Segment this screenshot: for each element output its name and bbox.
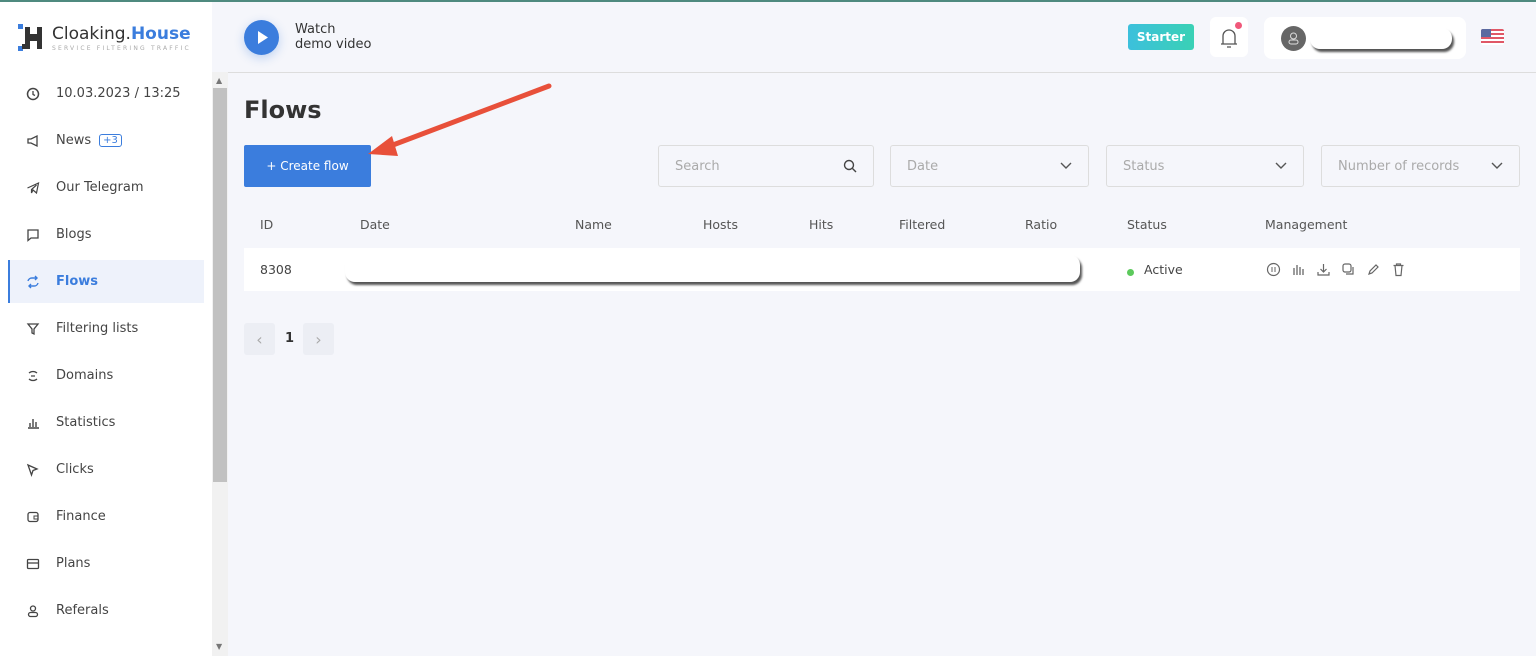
download-icon[interactable] (1316, 262, 1331, 277)
chevron-down-icon (1060, 162, 1072, 169)
search-icon (843, 159, 857, 173)
date-select-label: Date (907, 158, 939, 174)
date-select[interactable]: Date (890, 145, 1089, 187)
column-header-status: Status (1127, 217, 1167, 232)
status-select[interactable]: Status (1106, 145, 1304, 187)
records-select[interactable]: Number of records (1321, 145, 1520, 187)
pagination-prev[interactable]: ‹ (244, 323, 275, 355)
statistics-icon[interactable] (1291, 262, 1306, 277)
column-header-filtered: Filtered (899, 217, 946, 232)
column-header-id: ID (260, 217, 274, 232)
edit-icon[interactable] (1366, 262, 1381, 277)
column-header-date: Date (360, 217, 390, 232)
status-select-label: Status (1123, 158, 1165, 174)
annotation-arrow (368, 83, 552, 156)
flow-status: Active (1144, 262, 1183, 277)
column-header-hosts: Hosts (703, 217, 738, 232)
records-select-label: Number of records (1338, 158, 1460, 174)
pagination-next[interactable]: › (303, 323, 334, 355)
column-header-name: Name (575, 217, 612, 232)
copy-icon[interactable] (1341, 262, 1356, 277)
management-actions (1266, 262, 1406, 277)
search-placeholder: Search (675, 158, 720, 174)
flow-id: 8308 (260, 262, 292, 277)
delete-icon[interactable] (1391, 262, 1406, 277)
column-header-hits: Hits (809, 217, 834, 232)
chevron-down-icon (1491, 162, 1503, 169)
status-dot (1127, 269, 1134, 276)
chevron-down-icon (1275, 162, 1287, 169)
pagination-page[interactable]: 1 (285, 331, 294, 346)
column-header-management: Management (1265, 217, 1348, 232)
redacted-row-data (345, 255, 1080, 282)
search-input[interactable]: Search (658, 145, 874, 187)
pause-icon[interactable] (1266, 262, 1281, 277)
column-header-ratio: Ratio (1025, 217, 1058, 232)
table-row[interactable]: 8308 Active (244, 248, 1520, 291)
